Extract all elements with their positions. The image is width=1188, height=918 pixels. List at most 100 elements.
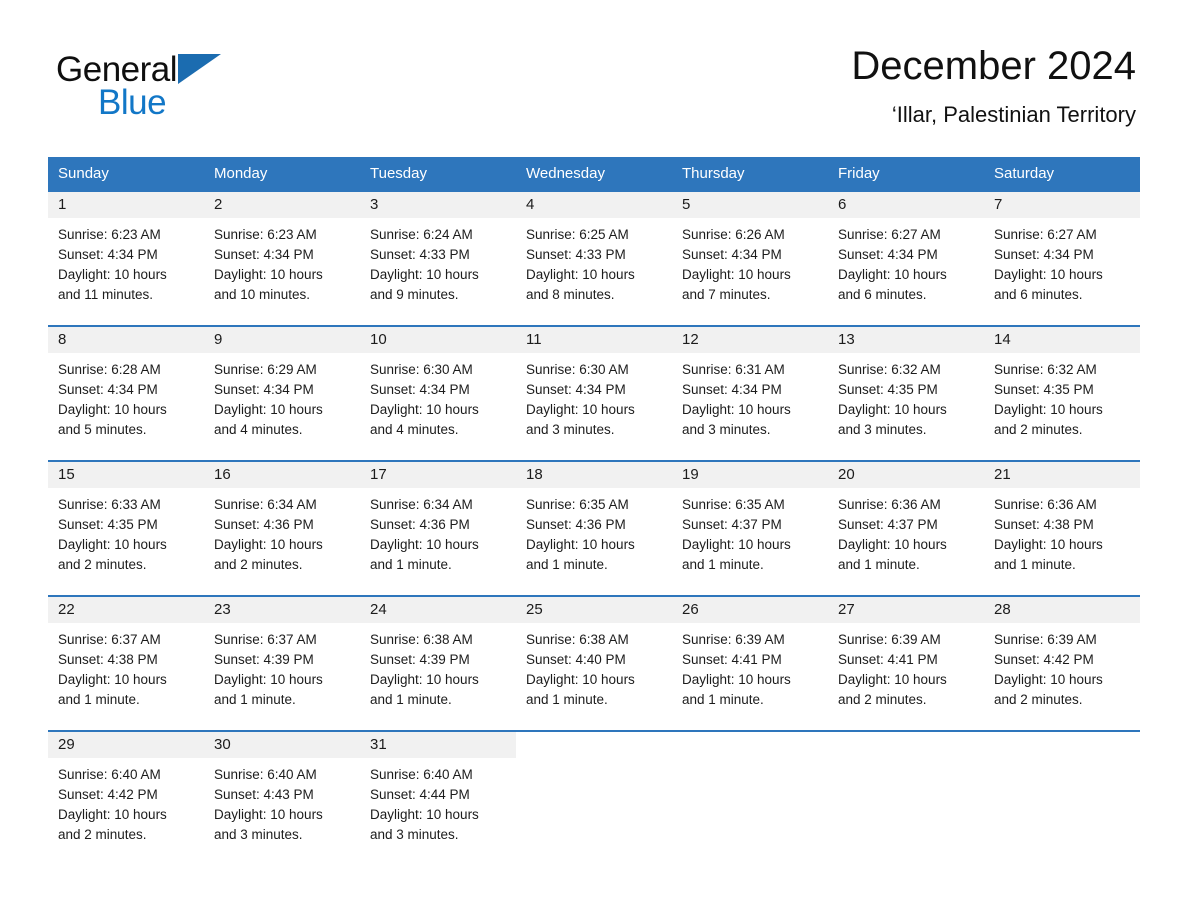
day-cell-22[interactable]: 22 Sunrise: 6:37 AM Sunset: 4:38 PM Dayligh… (48, 597, 204, 730)
sunrise-time: Sunrise: 6:35 AM (526, 497, 629, 512)
sunset-time: Sunset: 4:39 PM (214, 652, 314, 667)
day-number: 4 (516, 192, 672, 218)
sunrise-time: Sunrise: 6:40 AM (370, 767, 473, 782)
day-cell-2[interactable]: 2 Sunrise: 6:23 AM Sunset: 4:34 PM Daylight… (204, 192, 360, 325)
daylight-duration-line1: Daylight: 10 hours (214, 672, 323, 687)
daylight-duration-line1: Daylight: 10 hours (838, 402, 947, 417)
weekday-header-friday: Friday (828, 157, 984, 192)
day-cell-28[interactable]: 28 Sunrise: 6:39 AM Sunset: 4:42 PM Dayligh… (984, 597, 1140, 730)
day-details: Sunrise: 6:23 AM Sunset: 4:34 PM Daylight:… (48, 218, 204, 305)
daylight-duration-line2: and 1 minute. (214, 692, 296, 707)
day-cell-11[interactable]: 11 Sunrise: 6:30 AM Sunset: 4:34 PM Dayligh… (516, 327, 672, 460)
day-cell-31[interactable]: 31 Sunrise: 6:40 AM Sunset: 4:44 PM Dayligh… (360, 732, 516, 865)
daylight-duration-line1: Daylight: 10 hours (838, 672, 947, 687)
day-number: 16 (204, 462, 360, 488)
day-number: 18 (516, 462, 672, 488)
day-cell-12[interactable]: 12 Sunrise: 6:31 AM Sunset: 4:34 PM Dayligh… (672, 327, 828, 460)
day-cell-20[interactable]: 20 Sunrise: 6:36 AM Sunset: 4:37 PM Dayligh… (828, 462, 984, 595)
day-number: 6 (828, 192, 984, 218)
day-number: 21 (984, 462, 1140, 488)
sunrise-time: Sunrise: 6:37 AM (214, 632, 317, 647)
calendar-week-row: 1 Sunrise: 6:23 AM Sunset: 4:34 PM Daylight… (48, 192, 1140, 326)
day-cell-24[interactable]: 24 Sunrise: 6:38 AM Sunset: 4:39 PM Dayligh… (360, 597, 516, 730)
sunrise-time: Sunrise: 6:23 AM (214, 227, 317, 242)
page-title: December 2024 (851, 44, 1136, 88)
day-cell-30[interactable]: 30 Sunrise: 6:40 AM Sunset: 4:43 PM Dayligh… (204, 732, 360, 865)
day-cell-21[interactable]: 21 Sunrise: 6:36 AM Sunset: 4:38 PM Dayligh… (984, 462, 1140, 595)
calendar-day-cell: 21 Sunrise: 6:36 AM Sunset: 4:38 PM Dayligh… (984, 460, 1140, 596)
day-details: Sunrise: 6:27 AM Sunset: 4:34 PM Daylight:… (828, 218, 984, 305)
daylight-duration-line2: and 11 minutes. (58, 287, 154, 302)
day-number: 26 (672, 597, 828, 623)
day-number: 15 (48, 462, 204, 488)
daylight-duration-line1: Daylight: 10 hours (682, 402, 791, 417)
day-cell-1[interactable]: 1 Sunrise: 6:23 AM Sunset: 4:34 PM Daylight… (48, 192, 204, 325)
day-details: Sunrise: 6:34 AM Sunset: 4:36 PM Daylight:… (204, 488, 360, 575)
day-number: 11 (516, 327, 672, 353)
daylight-duration-line1: Daylight: 10 hours (370, 672, 479, 687)
sunset-time: Sunset: 4:36 PM (370, 517, 470, 532)
sunrise-time: Sunrise: 6:30 AM (370, 362, 473, 377)
daylight-duration-line1: Daylight: 10 hours (682, 537, 791, 552)
day-details: Sunrise: 6:39 AM Sunset: 4:41 PM Daylight:… (672, 623, 828, 710)
daylight-duration-line1: Daylight: 10 hours (58, 807, 167, 822)
calendar-day-cell: 29 Sunrise: 6:40 AM Sunset: 4:42 PM Dayligh… (48, 730, 204, 865)
sunrise-time: Sunrise: 6:40 AM (214, 767, 317, 782)
day-cell-15[interactable]: 15 Sunrise: 6:33 AM Sunset: 4:35 PM Dayligh… (48, 462, 204, 595)
day-cell-17[interactable]: 17 Sunrise: 6:34 AM Sunset: 4:36 PM Dayligh… (360, 462, 516, 595)
day-cell-13[interactable]: 13 Sunrise: 6:32 AM Sunset: 4:35 PM Dayligh… (828, 327, 984, 460)
daylight-duration-line1: Daylight: 10 hours (370, 537, 479, 552)
daylight-duration-line1: Daylight: 10 hours (838, 267, 947, 282)
sunset-time: Sunset: 4:34 PM (214, 382, 314, 397)
day-cell-25[interactable]: 25 Sunrise: 6:38 AM Sunset: 4:40 PM Dayligh… (516, 597, 672, 730)
daylight-duration-line1: Daylight: 10 hours (526, 672, 635, 687)
sunrise-time: Sunrise: 6:39 AM (682, 632, 785, 647)
daylight-duration-line2: and 3 minutes. (214, 827, 303, 842)
day-cell-14[interactable]: 14 Sunrise: 6:32 AM Sunset: 4:35 PM Dayligh… (984, 327, 1140, 460)
sunset-time: Sunset: 4:33 PM (526, 247, 626, 262)
sunrise-time: Sunrise: 6:36 AM (838, 497, 941, 512)
day-cell-3[interactable]: 3 Sunrise: 6:24 AM Sunset: 4:33 PM Daylight… (360, 192, 516, 325)
day-details: Sunrise: 6:35 AM Sunset: 4:37 PM Daylight:… (672, 488, 828, 575)
day-cell-16[interactable]: 16 Sunrise: 6:34 AM Sunset: 4:36 PM Dayligh… (204, 462, 360, 595)
day-cell-7[interactable]: 7 Sunrise: 6:27 AM Sunset: 4:34 PM Daylight… (984, 192, 1140, 325)
day-cell-26[interactable]: 26 Sunrise: 6:39 AM Sunset: 4:41 PM Dayligh… (672, 597, 828, 730)
day-cell-6[interactable]: 6 Sunrise: 6:27 AM Sunset: 4:34 PM Daylight… (828, 192, 984, 325)
sunset-time: Sunset: 4:35 PM (58, 517, 158, 532)
daylight-duration-line2: and 5 minutes. (58, 422, 147, 437)
weekday-header-wednesday: Wednesday (516, 157, 672, 192)
day-cell-18[interactable]: 18 Sunrise: 6:35 AM Sunset: 4:36 PM Dayligh… (516, 462, 672, 595)
calendar-week-row: 15 Sunrise: 6:33 AM Sunset: 4:35 PM Dayligh… (48, 460, 1140, 596)
day-details: Sunrise: 6:38 AM Sunset: 4:40 PM Daylight:… (516, 623, 672, 710)
weekday-header-sunday: Sunday (48, 157, 204, 192)
day-cell-8[interactable]: 8 Sunrise: 6:28 AM Sunset: 4:34 PM Daylight… (48, 327, 204, 460)
calendar-day-cell: 19 Sunrise: 6:35 AM Sunset: 4:37 PM Dayligh… (672, 460, 828, 596)
day-cell-5[interactable]: 5 Sunrise: 6:26 AM Sunset: 4:34 PM Daylight… (672, 192, 828, 325)
day-cell-27[interactable]: 27 Sunrise: 6:39 AM Sunset: 4:41 PM Dayligh… (828, 597, 984, 730)
sunrise-time: Sunrise: 6:39 AM (838, 632, 941, 647)
calendar-day-cell: 28 Sunrise: 6:39 AM Sunset: 4:42 PM Dayligh… (984, 595, 1140, 731)
day-cell-4[interactable]: 4 Sunrise: 6:25 AM Sunset: 4:33 PM Daylight… (516, 192, 672, 325)
calendar-week-row: 22 Sunrise: 6:37 AM Sunset: 4:38 PM Dayligh… (48, 595, 1140, 731)
sunset-time: Sunset: 4:33 PM (370, 247, 470, 262)
calendar-day-cell: 8 Sunrise: 6:28 AM Sunset: 4:34 PM Daylight… (48, 325, 204, 461)
triangle-icon (178, 54, 222, 84)
daylight-duration-line1: Daylight: 10 hours (526, 267, 635, 282)
day-cell-10[interactable]: 10 Sunrise: 6:30 AM Sunset: 4:34 PM Dayligh… (360, 327, 516, 460)
day-details: Sunrise: 6:40 AM Sunset: 4:43 PM Daylight:… (204, 758, 360, 845)
sunset-time: Sunset: 4:36 PM (214, 517, 314, 532)
daylight-duration-line2: and 2 minutes. (994, 692, 1083, 707)
day-cell-29[interactable]: 29 Sunrise: 6:40 AM Sunset: 4:42 PM Dayligh… (48, 732, 204, 865)
daylight-duration-line1: Daylight: 10 hours (214, 537, 323, 552)
day-number: 23 (204, 597, 360, 623)
calendar-day-cell: 20 Sunrise: 6:36 AM Sunset: 4:37 PM Dayligh… (828, 460, 984, 596)
day-cell-23[interactable]: 23 Sunrise: 6:37 AM Sunset: 4:39 PM Dayligh… (204, 597, 360, 730)
day-cell-19[interactable]: 19 Sunrise: 6:35 AM Sunset: 4:37 PM Dayligh… (672, 462, 828, 595)
calendar-day-cell: 18 Sunrise: 6:35 AM Sunset: 4:36 PM Dayligh… (516, 460, 672, 596)
sunset-time: Sunset: 4:38 PM (58, 652, 158, 667)
day-cell-9[interactable]: 9 Sunrise: 6:29 AM Sunset: 4:34 PM Daylight… (204, 327, 360, 460)
sunrise-time: Sunrise: 6:39 AM (994, 632, 1097, 647)
general-blue-logo[interactable]: General Blue (56, 50, 316, 126)
day-details: Sunrise: 6:38 AM Sunset: 4:39 PM Daylight:… (360, 623, 516, 710)
sunrise-time: Sunrise: 6:34 AM (214, 497, 317, 512)
